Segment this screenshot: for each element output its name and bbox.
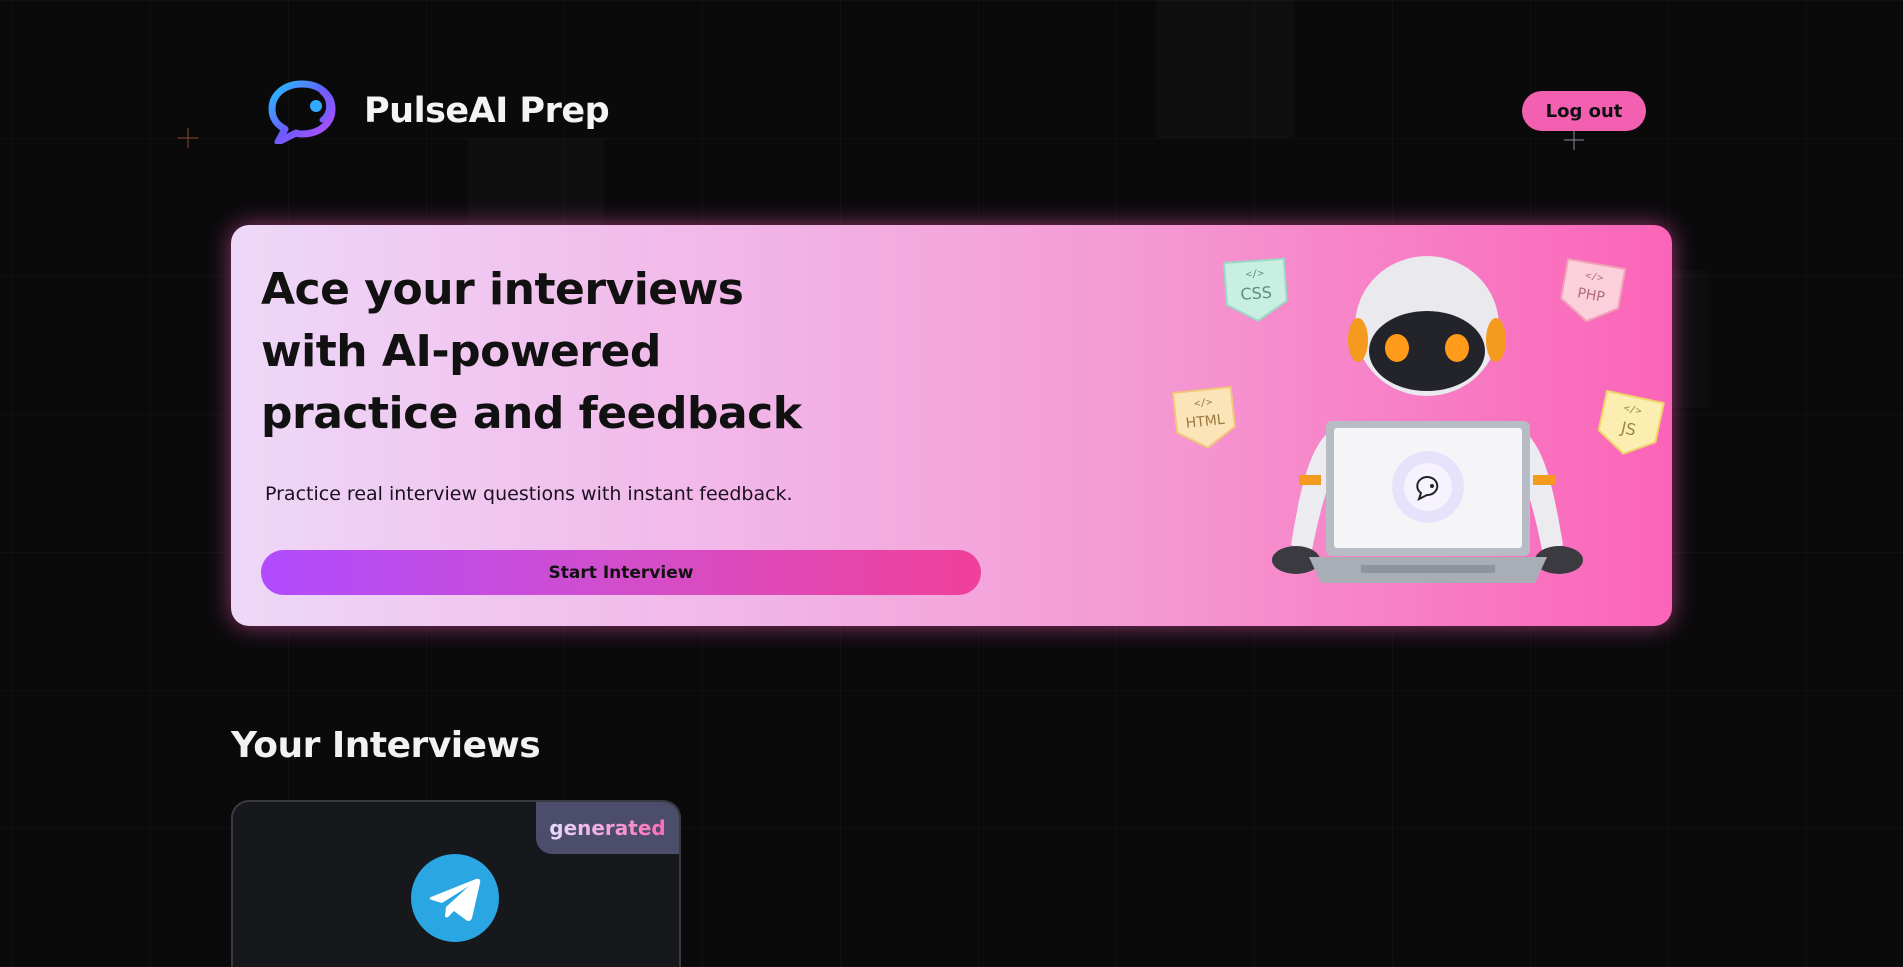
- hero-banner: Ace your interviews with AI-powered prac…: [231, 225, 1672, 626]
- pulse-logo-icon: [268, 80, 336, 144]
- generated-badge-label: generated: [549, 816, 666, 840]
- css-badge-icon: </> CSS: [1222, 257, 1288, 322]
- interview-card[interactable]: generated: [231, 800, 681, 967]
- svg-text:</>: </>: [1245, 268, 1264, 280]
- js-badge-icon: </> JS: [1597, 389, 1665, 455]
- generated-badge: generated: [536, 802, 679, 854]
- robot-laptop-illustration: </> CSS </> PHP </> HTML </> JS: [1171, 256, 1665, 583]
- top-header: PulseAI Prep Log out: [268, 78, 1646, 146]
- sparkle-icon: [178, 128, 198, 148]
- brand[interactable]: PulseAI Prep: [268, 78, 610, 144]
- start-interview-button[interactable]: Start Interview: [261, 550, 981, 595]
- your-interviews-heading: Your Interviews: [231, 725, 541, 766]
- logout-button[interactable]: Log out: [1522, 91, 1646, 131]
- css-badge-label: CSS: [1240, 283, 1273, 304]
- hero-title: Ace your interviews with AI-powered prac…: [261, 264, 802, 439]
- brand-name: PulseAI Prep: [364, 91, 610, 131]
- php-badge-icon: </> PHP: [1559, 257, 1627, 323]
- svg-text:</>: </>: [1194, 397, 1213, 410]
- telegram-icon: [411, 854, 499, 942]
- hero-subtitle: Practice real interview questions with i…: [265, 483, 793, 505]
- html-badge-icon: </> HTML: [1171, 385, 1236, 449]
